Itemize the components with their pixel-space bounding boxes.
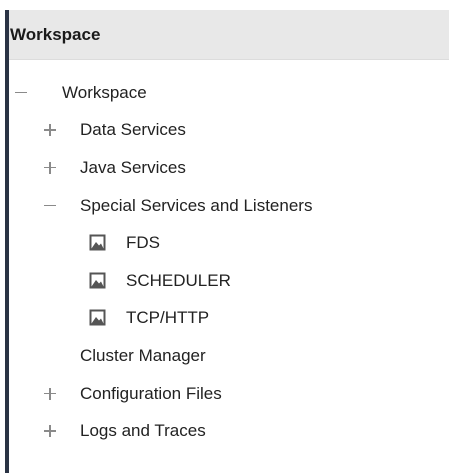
collapse-icon[interactable]: [43, 199, 57, 213]
tree-node-scheduler[interactable]: SCHEDULER: [0, 262, 449, 300]
expand-icon[interactable]: [43, 387, 57, 401]
tree-node-workspace[interactable]: Workspace: [0, 74, 449, 112]
expand-icon[interactable]: [43, 161, 57, 175]
tree-node-cluster-manager[interactable]: Cluster Manager: [0, 337, 449, 375]
tree-node-java-services[interactable]: Java Services: [0, 149, 449, 187]
panel-header: Workspace: [9, 10, 449, 60]
expand-icon[interactable]: [43, 424, 57, 438]
tree-node-label: Workspace: [62, 82, 147, 102]
panel-title: Workspace: [10, 25, 101, 44]
tree-node-label: Data Services: [80, 120, 186, 140]
tree-node-label: Cluster Manager: [80, 345, 206, 365]
tree-node-label: Configuration Files: [80, 383, 222, 403]
tree-node-fds[interactable]: FDS: [0, 224, 449, 262]
tree-node-data-services[interactable]: Data Services: [0, 112, 449, 150]
image-icon: [89, 272, 106, 289]
expand-icon[interactable]: [43, 123, 57, 137]
workspace-tree: Workspace Data Services Java Services Sp…: [0, 74, 449, 450]
tree-node-label: FDS: [126, 233, 160, 253]
workspace-panel: Workspace Workspace Data Services Java S…: [0, 0, 449, 473]
tree-node-label: Special Services and Listeners: [80, 195, 313, 215]
tree-node-configuration-files[interactable]: Configuration Files: [0, 375, 449, 413]
image-icon: [89, 309, 106, 326]
collapse-icon[interactable]: [14, 86, 28, 100]
tree-node-logs-and-traces[interactable]: Logs and Traces: [0, 412, 449, 450]
tree-node-label: Logs and Traces: [80, 421, 206, 441]
tree-node-label: SCHEDULER: [126, 270, 231, 290]
tree-node-label: TCP/HTTP: [126, 308, 210, 328]
image-icon: [89, 234, 106, 251]
tree-node-special-services[interactable]: Special Services and Listeners: [0, 187, 449, 225]
tree-node-label: Java Services: [80, 157, 186, 177]
tree-node-tcp-http[interactable]: TCP/HTTP: [0, 300, 449, 338]
